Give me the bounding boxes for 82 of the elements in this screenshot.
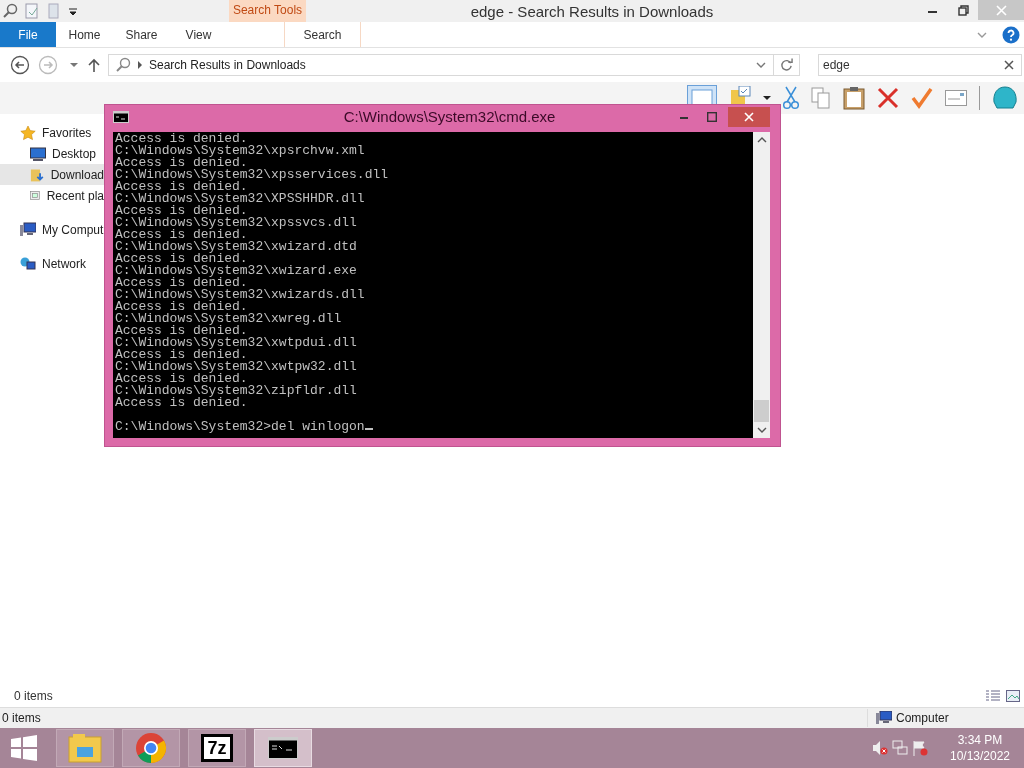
console-line: Access is denied. <box>115 157 248 169</box>
window-title: C:\Windows\System32\cmd.exe <box>342 108 557 125</box>
console-line: C:\Windows\System32\xwizard.dtd <box>115 241 357 253</box>
close-button[interactable] <box>728 106 770 127</box>
clock-time: 3:34 PM <box>957 732 1003 748</box>
console-line: Access is denied. <box>115 349 248 361</box>
context-tab-group: Search Tools <box>229 0 306 22</box>
checkmark-icon[interactable] <box>911 87 933 109</box>
help-icon[interactable] <box>1002 25 1020 44</box>
restore-icon <box>957 4 969 16</box>
up-arrow-icon[interactable] <box>88 58 100 72</box>
console-line: C:\Windows\System32\XPSSHHDR.dll <box>115 193 365 205</box>
console-line: C:\Windows\System32\xpsservices.dll <box>115 169 389 181</box>
item-count: 0 items <box>14 689 53 703</box>
computer-icon <box>20 221 36 238</box>
console-line: C:\Windows\System32\xwtpw32.dll <box>115 361 357 373</box>
console-line: Access is denied. <box>115 229 248 241</box>
address-bar[interactable]: Search Results in Downloads <box>108 54 774 76</box>
clipboard-icon[interactable] <box>843 86 865 110</box>
console-icon <box>268 737 298 759</box>
windows-logo-icon <box>11 735 37 761</box>
scrollbar[interactable] <box>753 132 770 438</box>
console-line: C:\Windows\System32\xwtpdui.dll <box>115 337 357 349</box>
sidebar-item[interactable]: Desktop <box>0 143 104 164</box>
window-title: edge - Search Results in Downloads <box>469 2 715 22</box>
sidebar-item[interactable]: Recent pla <box>0 185 104 206</box>
console-line: Access is denied. <box>115 277 248 289</box>
folder-icon <box>68 733 102 763</box>
console-line: Access is denied. <box>115 205 248 217</box>
taskbar-app[interactable] <box>254 729 312 767</box>
network-icon[interactable] <box>892 740 908 756</box>
monitor-icon <box>30 146 46 161</box>
taskbar-app[interactable]: 7z <box>188 729 246 767</box>
flag-icon[interactable] <box>912 740 928 756</box>
close-icon <box>744 111 754 122</box>
maximize-icon <box>707 111 717 122</box>
console-line: C:\Windows\System32\xpsrchvw.xml <box>115 145 365 157</box>
console-prompt[interactable]: C:\Windows\System32>del winlogon <box>115 421 373 433</box>
status-item-count: 0 items <box>2 711 41 725</box>
console-line: C:\Windows\System32\xwizards.dll <box>115 289 365 301</box>
computer-icon <box>876 711 892 725</box>
back-button[interactable] <box>8 53 32 77</box>
status-location: Computer <box>896 711 950 725</box>
console-line: Access is denied. <box>115 373 248 385</box>
refresh-icon <box>780 58 793 72</box>
dropdown-icon[interactable] <box>763 95 771 101</box>
archiver-logo: 7z <box>201 734 233 762</box>
envelope-icon[interactable] <box>945 90 967 106</box>
console-line: Access is denied. <box>115 133 248 145</box>
chrome-icon <box>135 732 167 764</box>
refresh-button[interactable] <box>774 54 800 76</box>
network-icon <box>20 255 36 272</box>
console-line: C:\Windows\System32\zipfldr.dll <box>115 385 357 397</box>
console-line: Access is denied. <box>115 301 248 313</box>
ribbon-tab[interactable]: Home <box>56 22 113 47</box>
sidebar-item[interactable]: Network <box>0 253 104 274</box>
cut-icon[interactable] <box>783 86 799 110</box>
console-line: Access is denied. <box>115 397 248 409</box>
ribbon-tab[interactable]: Search <box>284 22 361 47</box>
sidebar-item[interactable]: My Comput <box>0 219 104 240</box>
scroll-down-icon[interactable] <box>756 426 767 434</box>
console-line: C:\Windows\System32\xpssvcs.dll <box>115 217 357 229</box>
sidebar-item[interactable]: Favorites <box>0 122 104 143</box>
console-line: Access is denied. <box>115 325 248 337</box>
console-line: C:\Windows\System32\xwizard.exe <box>115 265 357 277</box>
clock-date: 10/13/2022 <box>949 748 1011 764</box>
search-icon[interactable] <box>2 3 18 19</box>
ribbon-tab[interactable]: View <box>170 22 227 47</box>
close-icon <box>995 4 1007 16</box>
star-icon <box>20 124 36 141</box>
console-line: Access is denied. <box>115 253 248 265</box>
console-line: Access is denied. <box>115 181 248 193</box>
console-icon <box>113 110 129 123</box>
console-line: C:\Windows\System32\xwreg.dll <box>115 313 342 325</box>
scroll-up-icon[interactable] <box>756 136 767 144</box>
delete-icon[interactable] <box>877 87 899 109</box>
scrollbar-thumb[interactable] <box>754 400 769 422</box>
speaker-muted-icon[interactable] <box>872 740 888 756</box>
large-icons-view-icon[interactable] <box>1006 690 1020 702</box>
sidebar-item[interactable]: Download <box>0 164 104 185</box>
ribbon-tab[interactable]: File <box>0 22 56 47</box>
ribbon-tab[interactable]: Share <box>113 22 170 47</box>
